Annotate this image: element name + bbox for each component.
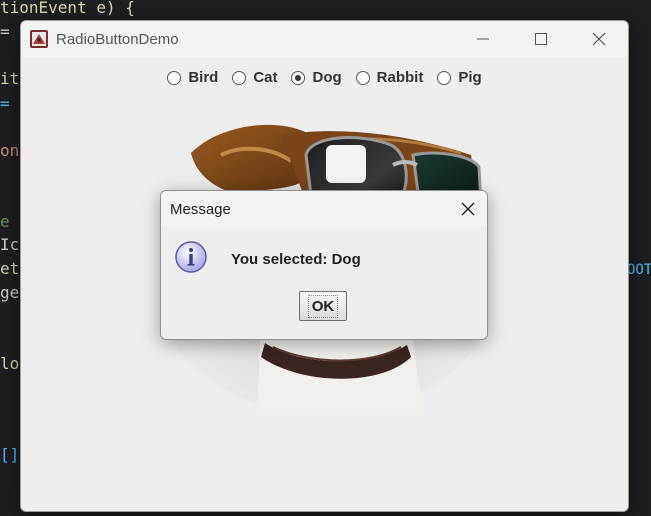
message-dialog: Message You selected: Dog OK: [160, 190, 488, 340]
window-titlebar[interactable]: RadioButtonDemo: [21, 21, 628, 57]
code-line: tionEvent e) {: [0, 0, 135, 17]
radio-rabbit[interactable]: Rabbit: [355, 69, 424, 86]
radio-circle-bird[interactable]: [167, 70, 182, 85]
code-line: []: [0, 445, 20, 464]
java-app-icon: [29, 29, 49, 49]
info-icon: [175, 241, 207, 273]
radio-circle-rabbit[interactable]: [355, 70, 370, 85]
pet-radio-group: Bird Cat Dog Rabbit Pig: [21, 69, 628, 86]
close-icon: [592, 32, 606, 46]
radio-label: Pig: [458, 69, 482, 86]
minimize-icon: [477, 38, 489, 40]
dialog-message: You selected: Dog: [231, 251, 361, 268]
radio-circle-dog[interactable]: [291, 70, 306, 85]
radio-circle-cat[interactable]: [232, 70, 247, 85]
code-fragment-right: OOT: [627, 262, 651, 278]
maximize-icon: [535, 33, 547, 45]
radio-label: Cat: [253, 69, 278, 86]
radio-cat[interactable]: Cat: [232, 69, 277, 86]
close-button[interactable]: [570, 21, 628, 57]
radio-pig[interactable]: Pig: [437, 69, 482, 86]
radio-button-demo-window: RadioButtonDemo Bird Cat Dog Rabbit Pig …: [20, 20, 629, 512]
radio-label: Bird: [188, 69, 219, 86]
radio-bird[interactable]: Bird: [167, 69, 218, 86]
radio-circle-pig[interactable]: [437, 70, 452, 85]
radio-dog[interactable]: Dog: [291, 69, 342, 86]
radio-label: Dog: [312, 69, 342, 86]
ok-button-label: OK: [307, 294, 339, 318]
radio-label: Rabbit: [376, 69, 424, 86]
dialog-title: Message: [170, 200, 231, 218]
close-icon: [461, 202, 475, 216]
window-title: RadioButtonDemo: [56, 30, 179, 48]
dialog-titlebar[interactable]: Message: [161, 191, 487, 227]
code-line: e: [0, 212, 10, 231]
maximize-button[interactable]: [512, 21, 570, 57]
dialog-close-button[interactable]: [459, 200, 477, 218]
minimize-button[interactable]: [454, 21, 512, 57]
ok-button[interactable]: OK: [299, 291, 347, 321]
